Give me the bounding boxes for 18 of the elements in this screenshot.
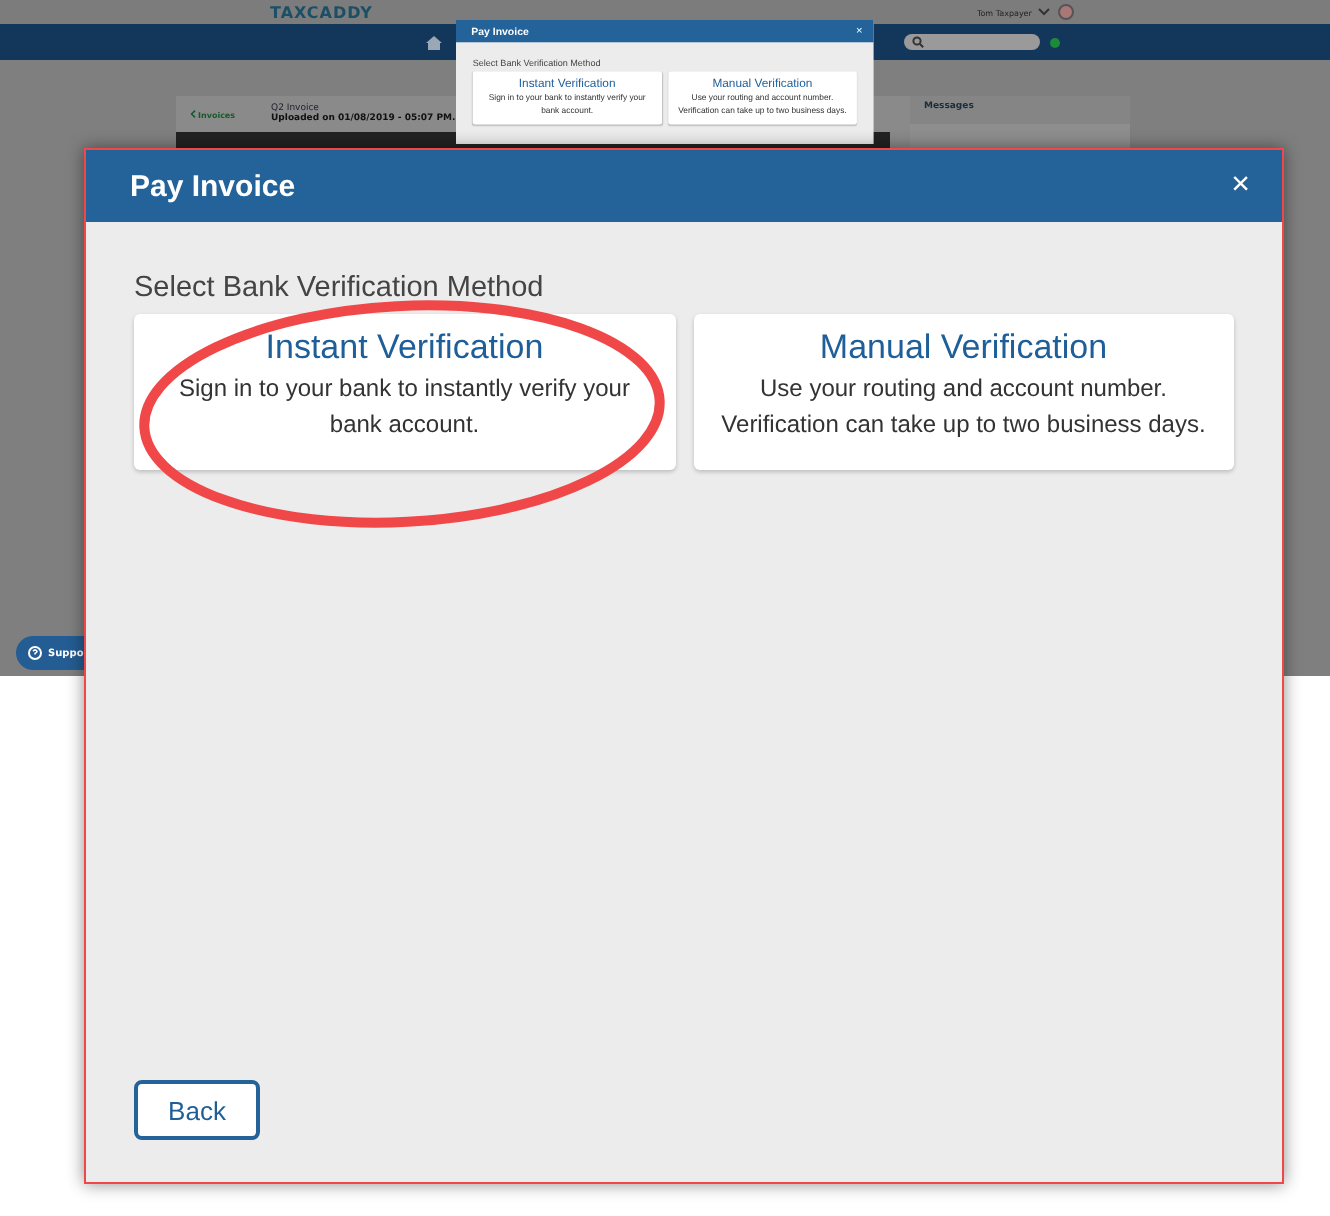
chevron-left-icon bbox=[190, 110, 196, 118]
question-icon bbox=[28, 646, 42, 660]
option-description: Use your routing and account number. Verification can take up to two business days. bbox=[719, 372, 1208, 442]
back-button[interactable]: Back bbox=[134, 1080, 260, 1140]
search-field[interactable] bbox=[904, 34, 1040, 50]
option-description: Sign in to your bank to instantly verify your bank account. bbox=[177, 372, 632, 442]
logo: TAXCADDY bbox=[270, 3, 373, 21]
option-title: Instant Verification bbox=[265, 328, 544, 368]
dialog-title: Pay Invoice bbox=[130, 169, 296, 203]
prompt-text: Select Bank Verification Method bbox=[134, 272, 546, 304]
verification-option[interactable]: Manual Verification Use your routing and account number. Verification can take up to two business days. bbox=[693, 314, 1234, 470]
search-icon bbox=[912, 36, 924, 48]
verification-option[interactable]: Instant Verification Sign in to your bank to instantly verify your bank account. bbox=[134, 314, 675, 470]
option-title: Manual Verification bbox=[819, 328, 1108, 368]
help-icon[interactable] bbox=[1050, 37, 1060, 47]
home-icon[interactable] bbox=[426, 35, 442, 49]
close-button[interactable]: × bbox=[1227, 168, 1254, 204]
caret-icon bbox=[1037, 8, 1050, 16]
